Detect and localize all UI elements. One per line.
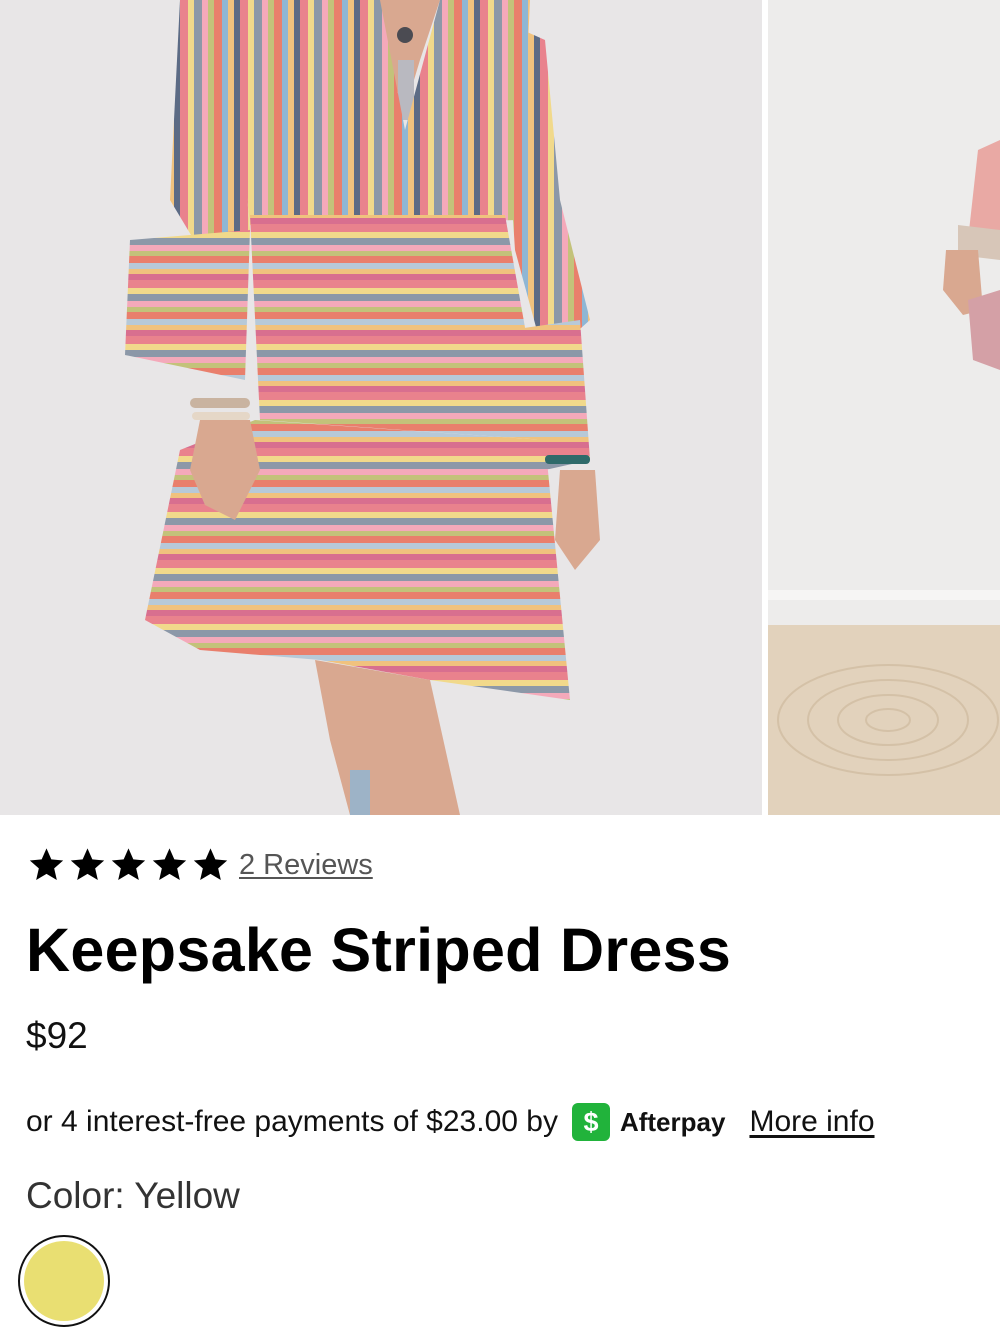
afterpay-brand: Afterpay xyxy=(619,1106,726,1137)
afterpay-text: or 4 interest-free payments of $23.00 by xyxy=(26,1105,558,1138)
product-image-main[interactable] xyxy=(0,0,762,815)
rating-row: 2 Reviews xyxy=(26,845,373,885)
dress-photo xyxy=(0,0,762,815)
color-label: Color: Yellow xyxy=(26,1175,240,1216)
product-price: $92 xyxy=(26,1015,88,1056)
star-icon xyxy=(152,848,187,880)
color-swatch-yellow[interactable] xyxy=(18,1235,110,1327)
star-rating[interactable] xyxy=(26,845,231,885)
star-icon xyxy=(70,848,105,880)
product-title: Keepsake Striped Dress xyxy=(26,916,732,984)
afterpay-more-info-link[interactable]: More info xyxy=(749,1105,874,1139)
afterpay-logo-icon: $ xyxy=(571,1103,610,1141)
reviews-link[interactable]: 2 Reviews xyxy=(239,849,373,882)
swatch-fill xyxy=(24,1241,104,1321)
star-icon xyxy=(111,848,146,880)
star-icon xyxy=(29,848,64,880)
star-icon xyxy=(193,848,228,880)
product-image-next[interactable] xyxy=(768,0,1000,815)
product-image-carousel[interactable] xyxy=(0,0,1000,815)
dress-photo-preview xyxy=(768,0,1000,815)
afterpay-installments: or 4 interest-free payments of $23.00 by… xyxy=(26,1103,974,1141)
